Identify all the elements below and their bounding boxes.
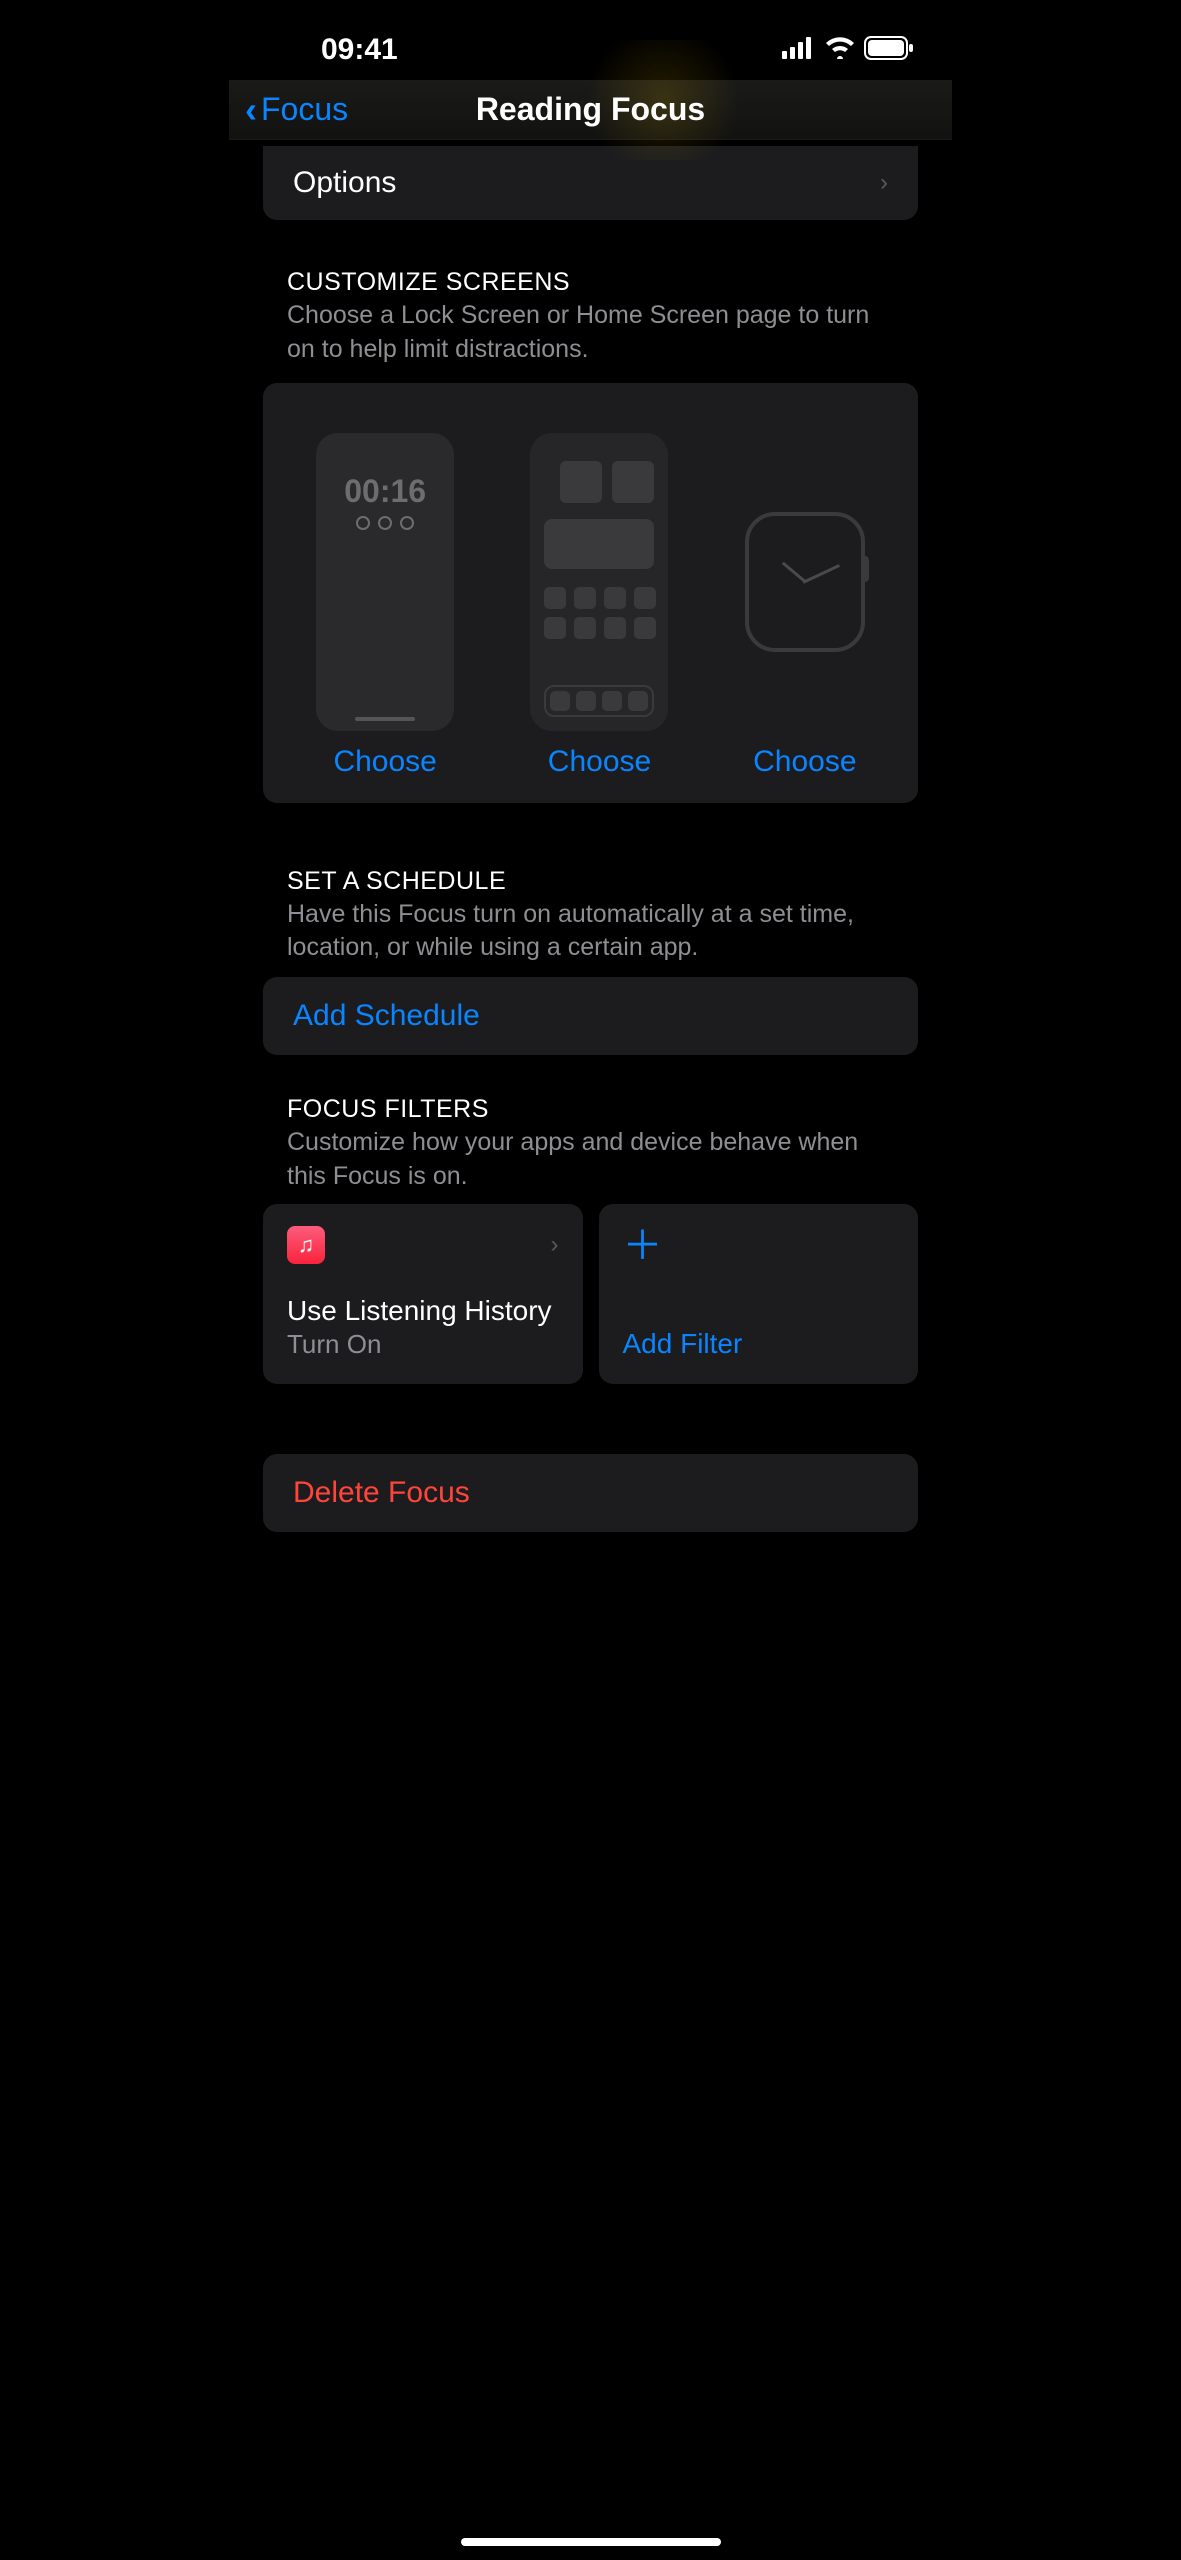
filters-row: ♫ › Use Listening History Turn On ＋ Add … [263,1204,918,1384]
lock-screen-option: 00:16 Choose [316,433,454,779]
delete-focus-button[interactable]: Delete Focus [293,1476,888,1510]
music-icon: ♫ [287,1226,325,1264]
page-title: Reading Focus [476,91,705,128]
chevron-right-icon: › [880,169,888,197]
watch-preview[interactable] [745,512,865,652]
schedule-title: SET A SCHEDULE [287,867,894,896]
nav-bar: ‹ Focus Reading Focus [229,80,952,140]
cellular-icon [782,37,816,64]
status-icons [782,36,914,65]
screens-card: 00:16 Choose Choose Ch [263,383,918,803]
options-card: Options › [263,146,918,220]
home-screen-preview[interactable] [530,433,668,731]
wifi-icon [824,37,856,64]
filters-desc: Customize how your apps and device behav… [287,1126,894,1194]
customize-desc: Choose a Lock Screen or Home Screen page… [287,299,894,367]
back-button[interactable]: ‹ Focus [245,91,348,128]
status-time: 09:41 [321,33,398,67]
filters-title: FOCUS FILTERS [287,1095,894,1124]
back-label: Focus [261,91,348,128]
customize-title: CUSTOMIZE SCREENS [287,268,894,297]
home-indicator[interactable] [461,2538,721,2546]
add-filter-card[interactable]: ＋ Add Filter [599,1204,919,1384]
watch-option: Choose [745,433,865,779]
music-filter-sub: Turn On [287,1329,559,1360]
chevron-left-icon: ‹ [245,92,257,128]
schedule-card: Add Schedule [263,977,918,1055]
home-screen-option: Choose [530,433,668,779]
battery-icon [864,36,914,65]
customize-header: CUSTOMIZE SCREENS Choose a Lock Screen o… [287,268,894,367]
options-row[interactable]: Options › [263,146,918,220]
lock-screen-preview[interactable]: 00:16 [316,433,454,731]
add-schedule-button[interactable]: Add Schedule [263,977,918,1055]
chevron-right-icon: › [551,1231,559,1259]
options-label: Options [293,166,396,200]
lock-preview-widgets [356,516,414,530]
plus-icon: ＋ [623,1226,895,1266]
content: Options › CUSTOMIZE SCREENS Choose a Loc… [229,146,952,1692]
choose-lock-button[interactable]: Choose [333,745,436,779]
choose-home-button[interactable]: Choose [548,745,651,779]
choose-watch-button[interactable]: Choose [753,745,856,779]
music-filter-title: Use Listening History [287,1295,559,1327]
schedule-desc: Have this Focus turn on automatically at… [287,898,894,966]
filters-header: FOCUS FILTERS Customize how your apps an… [287,1095,894,1194]
lock-preview-time: 00:16 [344,473,426,510]
status-bar: 09:41 [229,0,952,80]
delete-card: Delete Focus [263,1454,918,1532]
add-filter-label: Add Filter [623,1328,895,1360]
music-filter-card[interactable]: ♫ › Use Listening History Turn On [263,1204,583,1384]
schedule-header: SET A SCHEDULE Have this Focus turn on a… [287,867,894,966]
